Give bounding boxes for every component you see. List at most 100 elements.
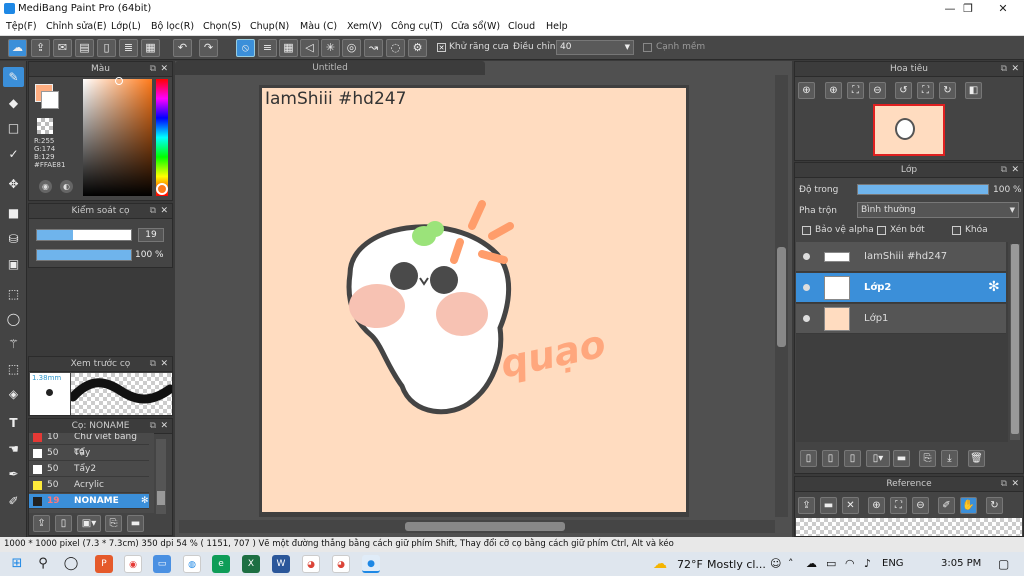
language-indicator[interactable]: ENG [882, 558, 904, 569]
close-icon[interactable]: ✕ [160, 204, 168, 219]
color-picker-cursor[interactable] [115, 77, 123, 85]
eyedropper-tool-icon[interactable]: ✐ [3, 491, 24, 511]
word-icon[interactable]: W [272, 555, 290, 573]
comment-icon[interactable]: ✉ [53, 39, 72, 57]
transparent-swatch[interactable] [37, 118, 53, 134]
text-tool-icon[interactable]: T [3, 413, 24, 433]
brush-item-selected[interactable]: 19 NONAME ✻ [29, 494, 149, 509]
menu-capture[interactable]: Chụp(N) [250, 21, 289, 32]
menu-edit[interactable]: Chỉnh sửa(E) [46, 21, 107, 32]
zoom-out-icon[interactable]: ⊖ [912, 497, 929, 514]
people-icon[interactable]: ☺ [770, 557, 781, 570]
excel-icon[interactable]: X [242, 555, 260, 573]
brush-item[interactable]: 50 Tẩy2 [29, 462, 149, 477]
close-icon[interactable]: ✕ [160, 419, 168, 434]
perspective-snap-icon[interactable]: ◁ [300, 39, 319, 57]
canvas[interactable]: IamShiii #hd247 quạo [262, 88, 686, 512]
close-reference-icon[interactable]: ✕ [842, 497, 859, 514]
close-icon[interactable]: ✕ [160, 357, 168, 372]
weather-temp[interactable]: 72°F [677, 558, 703, 571]
blend-mode-select[interactable]: Bình thường ▼ [857, 202, 1019, 218]
navigator-thumbnail[interactable] [873, 104, 945, 156]
notification-icon[interactable]: ▢ [998, 557, 1009, 571]
cloud-icon[interactable]: ☁ [8, 39, 27, 57]
upload-icon[interactable]: ⇪ [798, 497, 815, 514]
horizontal-scrollbar-thumb[interactable] [405, 522, 565, 531]
app-circle-icon[interactable]: ◉ [124, 555, 142, 573]
line-tool-icon[interactable]: ✓ [3, 144, 24, 164]
redo-icon[interactable]: ↷ [199, 39, 218, 57]
chrome-icon-2[interactable]: ◕ [332, 555, 350, 573]
grid-icon[interactable]: ▦ [141, 39, 160, 57]
merge-down-icon[interactable]: ⤓ [941, 450, 958, 467]
zoom-out-icon[interactable]: ⊕ [825, 82, 842, 99]
document-tab[interactable]: Untitled [175, 61, 485, 75]
circle-snap-icon[interactable]: ◎ [342, 39, 361, 57]
scrollbar-thumb[interactable] [157, 491, 165, 505]
gear-icon[interactable]: ✻ [141, 494, 149, 509]
flip-icon[interactable]: ◧ [965, 82, 982, 99]
brush-list-scrollbar[interactable] [156, 439, 166, 514]
scrollbar-thumb[interactable] [1011, 244, 1019, 434]
layer-opacity-slider[interactable] [857, 184, 989, 195]
gradient-tool-icon[interactable]: ▣ [3, 254, 24, 274]
document-icon[interactable]: ▯ [97, 39, 116, 57]
close-icon[interactable]: ✕ [1011, 163, 1019, 178]
brush-tool-icon[interactable]: ✎ [3, 67, 24, 87]
layer-list-scrollbar[interactable] [1010, 244, 1020, 440]
hand-icon[interactable]: ✋ [960, 497, 977, 514]
medibang-icon[interactable]: ● [362, 555, 380, 573]
menu-file[interactable]: Tệp(F) [6, 21, 37, 32]
float-icon[interactable]: ⧉ [1001, 62, 1007, 77]
snap-off-icon[interactable]: ⦸ [236, 39, 255, 57]
brush-size-value[interactable]: 19 [138, 228, 164, 242]
gear-icon[interactable]: ✻ [988, 279, 1000, 295]
new-halftone-layer-icon[interactable]: ▯ [822, 450, 839, 467]
curve-snap-icon[interactable]: ↝ [364, 39, 383, 57]
layer-row[interactable]: IamShiii #hd247 [796, 242, 1006, 272]
ellipse-snap-icon[interactable]: ◌ [386, 39, 405, 57]
edge-icon[interactable]: e [212, 555, 230, 573]
volume-icon[interactable]: ♪ [864, 557, 871, 570]
onedrive-icon[interactable]: ☁ [806, 557, 817, 570]
hue-slider[interactable] [156, 79, 168, 196]
brush-item[interactable]: 50 Acrylic [29, 478, 149, 493]
menu-tools[interactable]: Công cụ(T) [391, 21, 443, 32]
network-icon[interactable]: ◍ [183, 555, 201, 573]
menu-help[interactable]: Help [546, 21, 568, 32]
clock[interactable]: 3:05 PM [941, 558, 981, 569]
antialias-checkbox[interactable]: ✕ [437, 43, 446, 52]
new-brush-icon[interactable]: ▯ [55, 515, 72, 532]
maximize-button[interactable]: ❐ [953, 0, 983, 18]
weather-text[interactable]: Mostly cl... [707, 558, 766, 571]
add-layer-dropdown-icon[interactable]: ▯▾ [866, 450, 890, 467]
layer-row[interactable]: Lớp1 [796, 304, 1006, 334]
eyedropper-icon[interactable]: ✐ [938, 497, 955, 514]
brush-item[interactable]: 50 Tẩy [29, 446, 149, 461]
menu-color[interactable]: Màu (C) [300, 21, 337, 32]
chevron-up-icon[interactable]: ˄ [788, 557, 794, 570]
select-pen-tool-icon[interactable]: ⬚ [3, 359, 24, 379]
close-button[interactable]: ✕ [988, 0, 1018, 18]
color-history-icon[interactable]: ◐ [60, 180, 73, 193]
rotate-reset-icon[interactable]: ↻ [939, 82, 956, 99]
protect-alpha-checkbox[interactable] [802, 226, 811, 235]
menu-cloud[interactable]: Cloud [508, 21, 535, 32]
battery-icon[interactable]: ▭ [826, 557, 836, 570]
vertical-scrollbar[interactable] [775, 75, 788, 517]
bucket-tool-icon[interactable]: ⛁ [3, 229, 24, 249]
brush-item[interactable]: 10 Chữ viết bằng cọ [29, 433, 149, 457]
lock-checkbox[interactable] [952, 226, 961, 235]
eraser-tool-icon[interactable]: ◆ [3, 93, 24, 113]
smooth-checkbox[interactable] [643, 43, 652, 52]
eye-icon[interactable] [803, 315, 810, 322]
upload-icon[interactable]: ⇪ [31, 39, 50, 57]
float-icon[interactable]: ⧉ [150, 419, 156, 434]
menu-window[interactable]: Cửa sổ(W) [451, 21, 500, 32]
close-icon[interactable]: ✕ [1011, 477, 1019, 492]
hand-tool-icon[interactable]: ☚ [3, 439, 24, 459]
zoom-minus-icon[interactable]: ⊖ [869, 82, 886, 99]
task-view-icon[interactable]: ◯ [62, 555, 80, 573]
chat-icon[interactable]: ▤ [75, 39, 94, 57]
fit-icon[interactable]: ⛶ [847, 82, 864, 99]
